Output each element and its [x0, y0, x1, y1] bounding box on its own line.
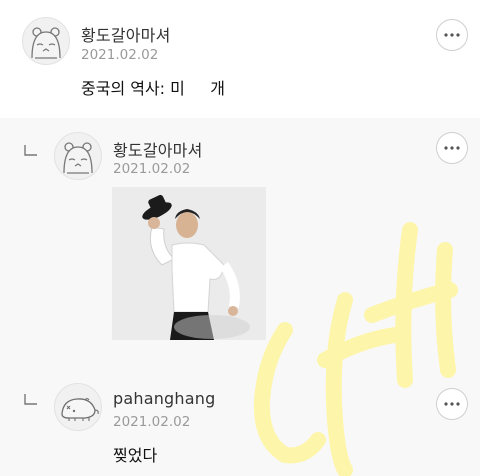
comment-text: 찢었다	[113, 446, 158, 465]
comment-author[interactable]: 황도갈아마셔	[81, 22, 171, 46]
man-with-hat-photo	[112, 187, 266, 340]
sleepy-hamster-avatar-icon	[31, 27, 61, 59]
comment-author[interactable]: pahanghang	[113, 389, 215, 408]
more-options-icon	[444, 33, 460, 37]
more-options-icon	[444, 146, 460, 150]
reply-arrow-icon	[24, 145, 37, 156]
author-avatar[interactable]	[54, 132, 102, 180]
reply-arrow-icon	[24, 394, 37, 405]
comment-date: 2021.02.02	[81, 47, 159, 63]
comment-date: 2021.02.02	[113, 414, 191, 430]
more-options-button[interactable]	[436, 19, 468, 51]
sleepy-hamster-avatar-icon	[63, 142, 93, 174]
comment-text: 중국의 역사: 미 개	[81, 79, 226, 98]
author-avatar[interactable]	[22, 17, 70, 65]
reply-comment-item: pahanghang 2021.02.02 찢었다	[0, 364, 480, 476]
attached-photo[interactable]	[112, 187, 266, 340]
more-options-icon	[444, 402, 460, 406]
comment-item: 황도갈아마셔 2021.02.02 중국의 역사: 미 개	[0, 0, 480, 118]
comment-author[interactable]: 황도갈아마셔	[113, 137, 203, 161]
mole-avatar-icon	[61, 397, 99, 421]
more-options-button[interactable]	[436, 388, 468, 420]
comment-date: 2021.02.02	[113, 161, 191, 177]
author-avatar[interactable]	[54, 383, 102, 431]
more-options-button[interactable]	[436, 132, 468, 164]
